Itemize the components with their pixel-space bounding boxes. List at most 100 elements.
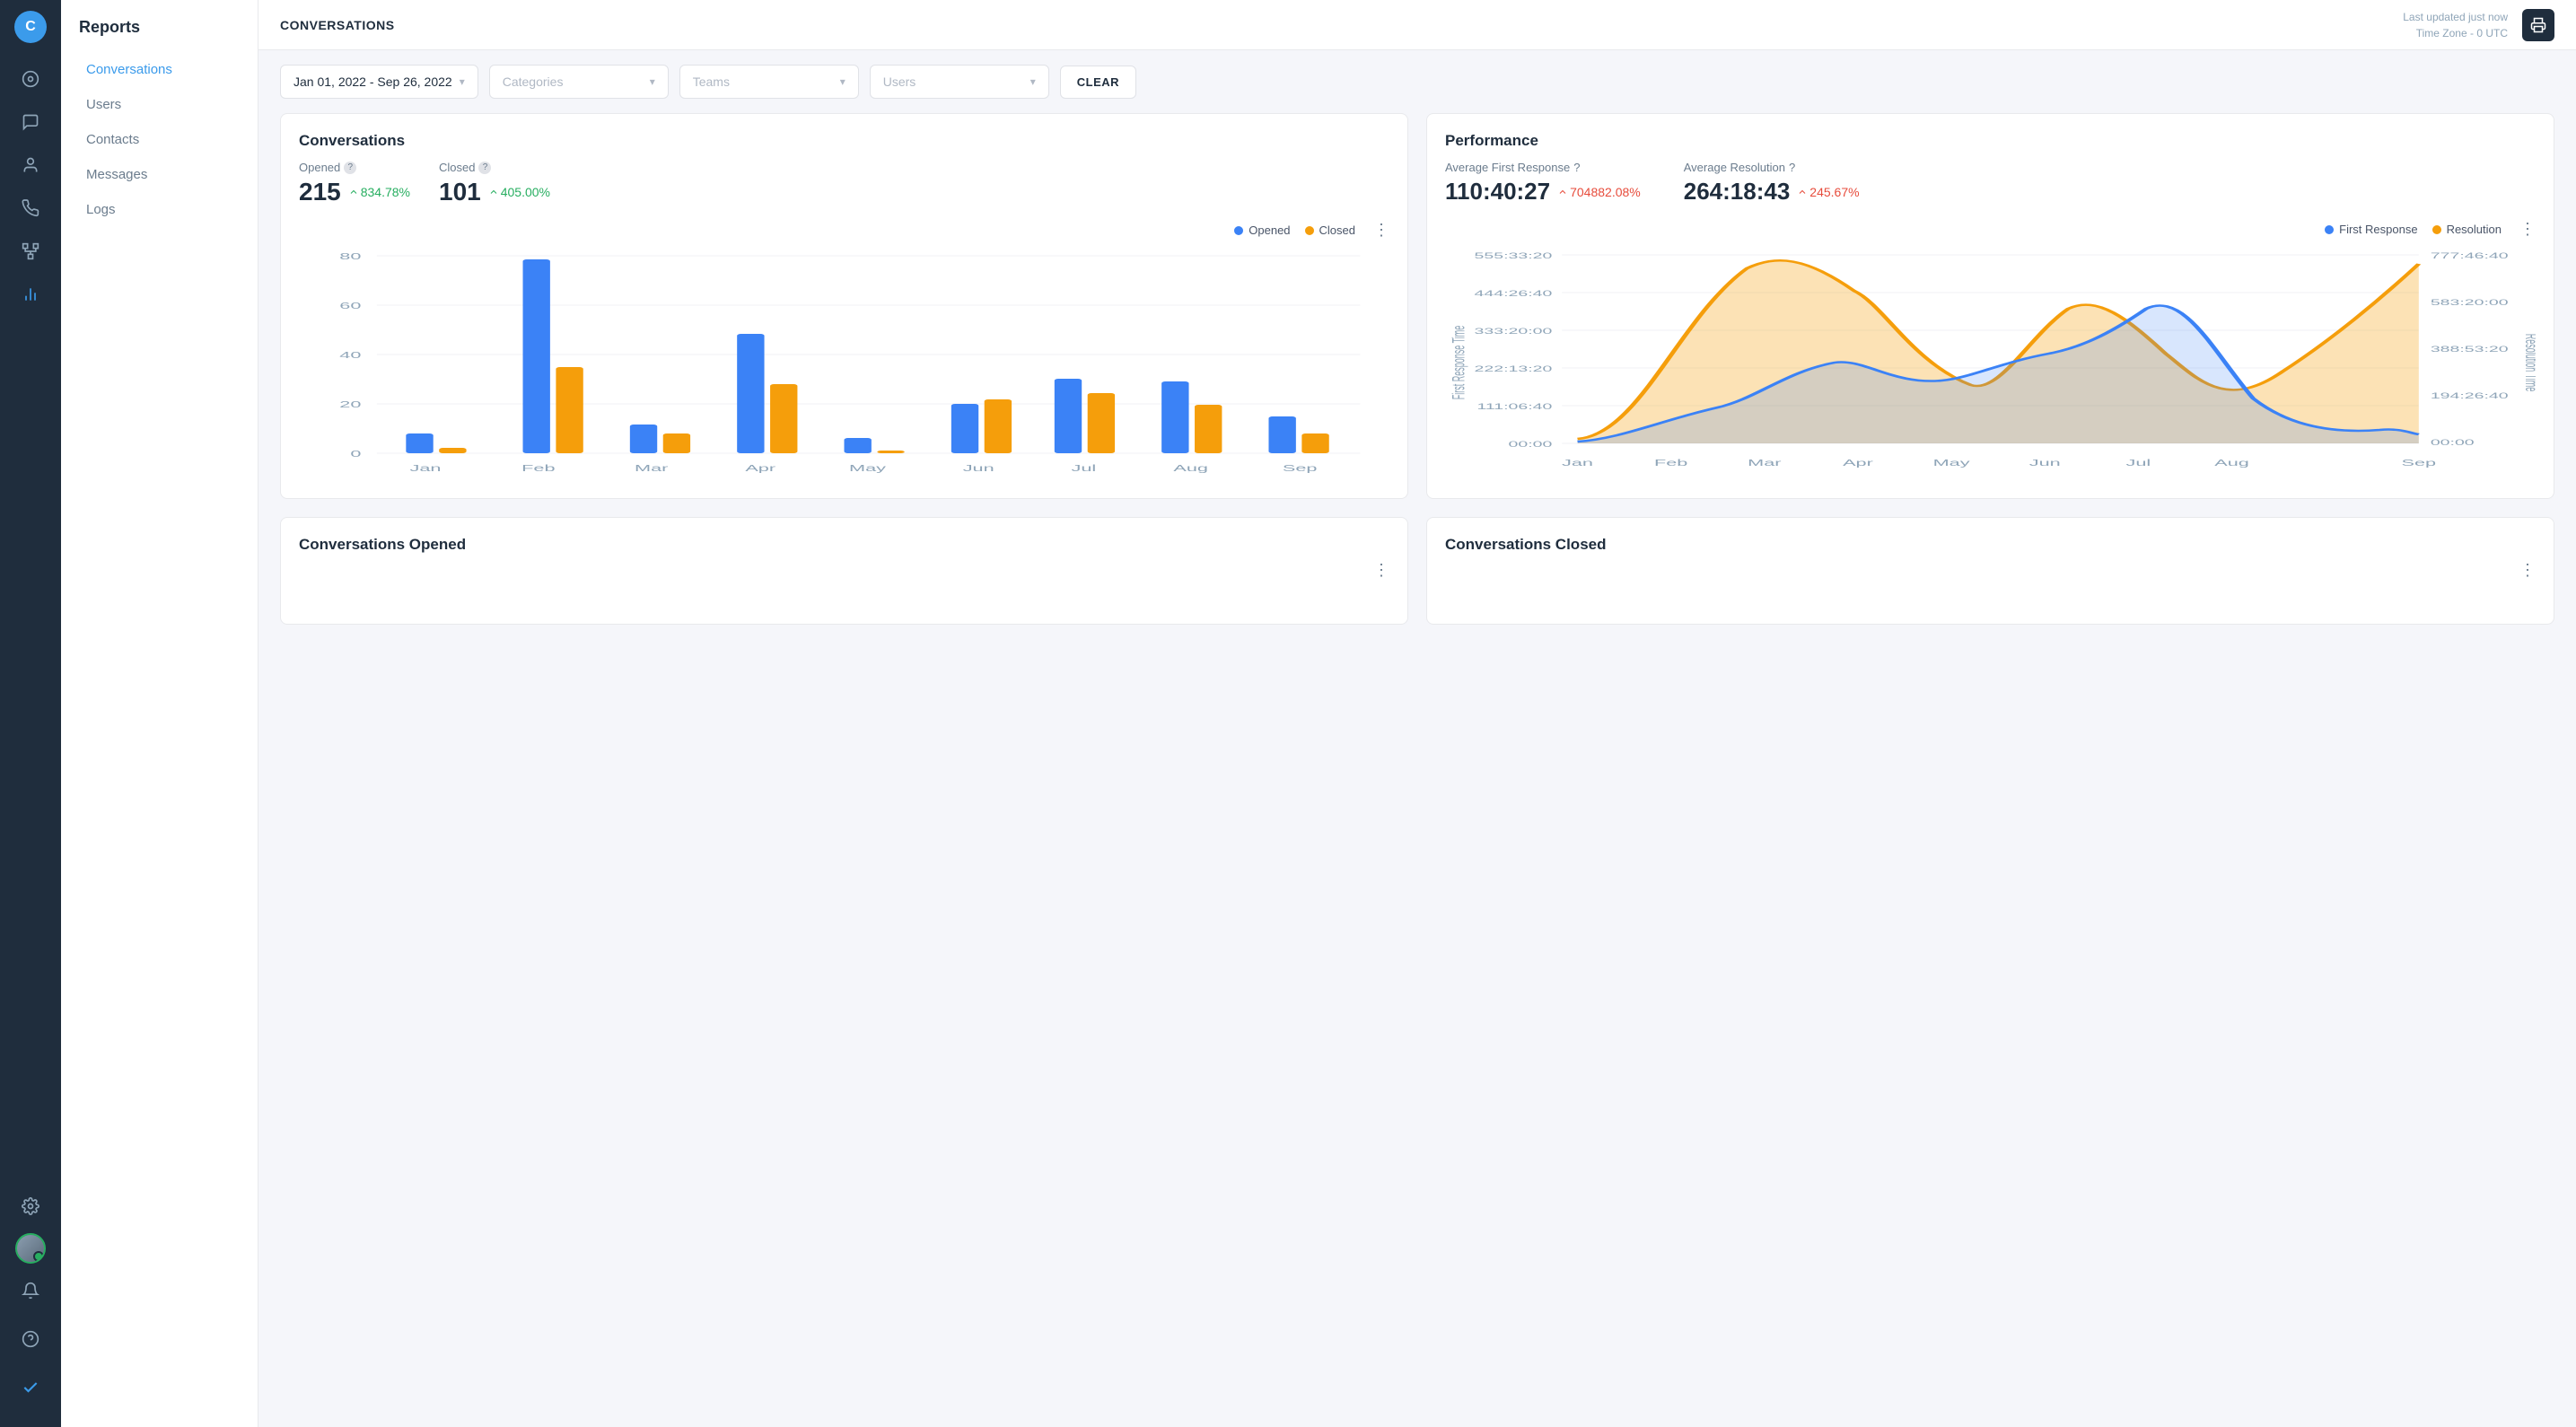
closed-help-icon[interactable]: ?	[478, 162, 491, 174]
network-icon[interactable]	[13, 233, 48, 269]
date-chevron-icon: ▾	[460, 75, 465, 88]
closed-dot	[1305, 226, 1314, 235]
users-chevron-icon: ▾	[1030, 75, 1036, 88]
nav-item-users[interactable]: Users	[68, 88, 250, 121]
svg-text:388:53:20: 388:53:20	[2431, 345, 2509, 354]
legend-first-response: First Response	[2325, 223, 2417, 236]
avg-resolution-stat: Average Resolution ? 264:18:43 245.67%	[1684, 161, 1860, 206]
conversations-stats: Opened ? 215 834.78%	[299, 161, 1389, 206]
chat-icon[interactable]	[13, 104, 48, 140]
svg-text:444:26:40: 444:26:40	[1475, 289, 1553, 298]
user-avatar[interactable]	[15, 1233, 46, 1264]
legend-closed: Closed	[1305, 223, 1355, 237]
users-filter[interactable]: Users ▾	[870, 65, 1049, 99]
svg-text:00:00: 00:00	[1509, 440, 1553, 449]
sidebar: C	[0, 0, 61, 1427]
svg-text:Apr: Apr	[745, 463, 775, 473]
resolution-help-icon[interactable]: ?	[1789, 161, 1795, 174]
teams-chevron-icon: ▾	[840, 75, 846, 88]
app-avatar[interactable]: C	[14, 11, 47, 43]
opened-change: 834.78%	[348, 185, 410, 199]
svg-text:Aug: Aug	[2214, 458, 2249, 468]
svg-text:40: 40	[339, 350, 361, 360]
svg-text:111:06:40: 111:06:40	[1476, 402, 1552, 411]
main-content: CONVERSATIONS Last updated just now Time…	[258, 0, 2576, 1427]
svg-text:555:33:20: 555:33:20	[1475, 251, 1553, 260]
date-range-filter[interactable]: Jan 01, 2022 - Sep 26, 2022 ▾	[280, 65, 478, 99]
conversations-closed-card: Conversations Closed ⋮	[1426, 517, 2554, 625]
update-info: Last updated just now Time Zone - 0 UTC	[2403, 9, 2508, 41]
avg-first-response-stat: Average First Response ? 110:40:27 70488…	[1445, 161, 1641, 206]
top-cards-row: Conversations Opened ? 215 834.78%	[280, 113, 2554, 499]
svg-text:Jan: Jan	[1562, 458, 1593, 468]
perf-chart-more-icon[interactable]: ⋮	[2519, 220, 2536, 239]
svg-text:May: May	[1933, 458, 1971, 468]
conv-opened-title: Conversations Opened	[299, 536, 1389, 554]
opened-help-icon[interactable]: ?	[344, 162, 356, 174]
nav-item-conversations[interactable]: Conversations	[68, 53, 250, 86]
closed-change: 405.00%	[488, 185, 550, 199]
bar-chart: 80 60 40 20 0	[299, 247, 1389, 480]
svg-text:Jun: Jun	[963, 463, 994, 473]
chart-more-icon[interactable]: ⋮	[1373, 221, 1389, 240]
svg-text:80: 80	[339, 251, 361, 261]
conversations-chart: Opened Closed ⋮	[299, 221, 1389, 480]
settings-icon[interactable]	[13, 1188, 48, 1224]
resolution-change: 245.67%	[1797, 185, 1859, 199]
opened-card-more-icon[interactable]: ⋮	[1373, 561, 1389, 580]
closed-stat: Closed ? 101 405.00%	[439, 161, 550, 206]
svg-text:First Response Time: First Response Time	[1450, 326, 1469, 399]
first-response-change: 704882.08%	[1557, 185, 1641, 199]
categories-chevron-icon: ▾	[650, 75, 655, 88]
legend-resolution: Resolution	[2432, 223, 2502, 236]
legend-opened: Opened	[1234, 223, 1290, 237]
performance-chart-area: 555:33:20 444:26:40 333:20:00 222:13:20 …	[1445, 246, 2536, 479]
clear-button[interactable]: CLEAR	[1060, 66, 1136, 99]
sidebar-bottom	[13, 1185, 48, 1416]
page-title: CONVERSATIONS	[280, 18, 395, 32]
svg-text:Mar: Mar	[1748, 458, 1782, 468]
first-response-help-icon[interactable]: ?	[1573, 161, 1580, 174]
header-right: Last updated just now Time Zone - 0 UTC	[2403, 9, 2554, 41]
conv-closed-title: Conversations Closed	[1445, 536, 2536, 554]
svg-text:Jul: Jul	[2126, 458, 2151, 468]
nav-title: Reports	[61, 0, 258, 51]
home-icon[interactable]	[13, 61, 48, 97]
perf-chart-legend: First Response Resolution ⋮	[1445, 220, 2536, 239]
chart-legend: Opened Closed ⋮	[299, 221, 1389, 240]
svg-text:Mar: Mar	[635, 463, 669, 473]
svg-text:Sep: Sep	[2402, 458, 2437, 468]
performance-chart: First Response Resolution ⋮	[1445, 220, 2536, 479]
performance-card: Performance Average First Response ? 110…	[1426, 113, 2554, 499]
header: CONVERSATIONS Last updated just now Time…	[258, 0, 2576, 50]
teams-filter[interactable]: Teams ▾	[679, 65, 859, 99]
svg-text:194:26:40: 194:26:40	[2431, 391, 2509, 400]
svg-text:Jan: Jan	[410, 463, 442, 473]
first-response-dot	[2325, 225, 2334, 234]
phone-icon[interactable]	[13, 190, 48, 226]
svg-text:00:00: 00:00	[2431, 438, 2475, 447]
print-button[interactable]	[2522, 9, 2554, 41]
check-icon[interactable]	[13, 1370, 48, 1405]
left-nav: Reports Conversations Users Contacts Mes…	[61, 0, 258, 1427]
conversations-card-title: Conversations	[299, 132, 1389, 150]
opened-dot	[1234, 226, 1243, 235]
content-area: Conversations Opened ? 215 834.78%	[258, 113, 2576, 1427]
svg-text:Feb: Feb	[1654, 458, 1687, 468]
contacts-icon[interactable]	[13, 147, 48, 183]
categories-filter[interactable]: Categories ▾	[489, 65, 669, 99]
closed-card-more-icon[interactable]: ⋮	[2519, 561, 2536, 580]
performance-card-title: Performance	[1445, 132, 2536, 150]
resolution-dot	[2432, 225, 2441, 234]
reports-icon[interactable]	[13, 276, 48, 312]
svg-text:20: 20	[339, 399, 361, 409]
bottom-cards-row: Conversations Opened ⋮ Conversations Clo…	[280, 517, 2554, 625]
nav-item-logs[interactable]: Logs	[68, 193, 250, 226]
nav-item-messages[interactable]: Messages	[68, 158, 250, 191]
conversations-card: Conversations Opened ? 215 834.78%	[280, 113, 1408, 499]
notifications-icon[interactable]	[13, 1273, 48, 1309]
svg-text:Jul: Jul	[1072, 463, 1097, 473]
nav-item-contacts[interactable]: Contacts	[68, 123, 250, 156]
help-icon[interactable]	[13, 1321, 48, 1357]
conversations-opened-card: Conversations Opened ⋮	[280, 517, 1408, 625]
